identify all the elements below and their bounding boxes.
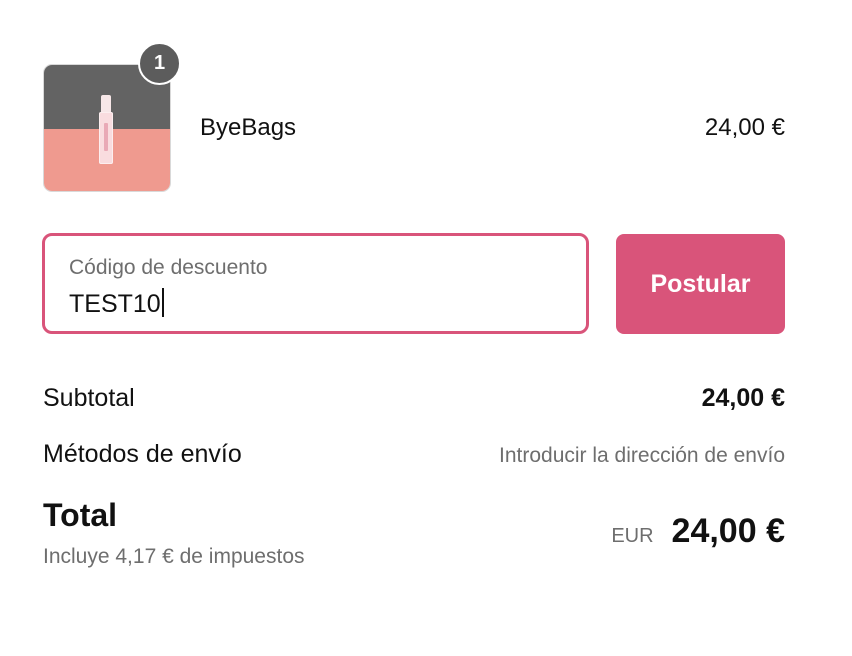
- subtotal-label: Subtotal: [43, 384, 135, 412]
- discount-code-input[interactable]: Código de descuento TEST10: [42, 233, 589, 334]
- product-price: 24,00 €: [704, 114, 785, 141]
- line-item: 1 ByeBags 24,00 €: [43, 42, 785, 192]
- tax-note: Incluye 4,17 € de impuestos: [43, 545, 305, 568]
- total-label: Total: [43, 497, 118, 533]
- shipping-method-label: Métodos de envío: [43, 440, 242, 468]
- product-bottle-cap: [101, 95, 111, 113]
- product-name: ByeBags: [200, 114, 297, 141]
- subtotal-value: 24,00 €: [701, 384, 785, 412]
- order-summary: 1 ByeBags 24,00 € Código de descuento TE…: [0, 0, 852, 656]
- discount-code-value[interactable]: TEST10: [69, 288, 164, 319]
- currency-code: EUR: [611, 525, 654, 547]
- apply-discount-button[interactable]: Postular: [616, 234, 785, 334]
- text-caret: [161, 288, 164, 317]
- discount-code-label: Código de descuento: [69, 256, 268, 279]
- quantity-badge: 1: [138, 42, 181, 85]
- total-amount: EUR 24,00 €: [611, 512, 785, 551]
- total-value: 24,00 €: [671, 512, 785, 550]
- shipping-method-value: Introducir la dirección de envío: [499, 444, 785, 467]
